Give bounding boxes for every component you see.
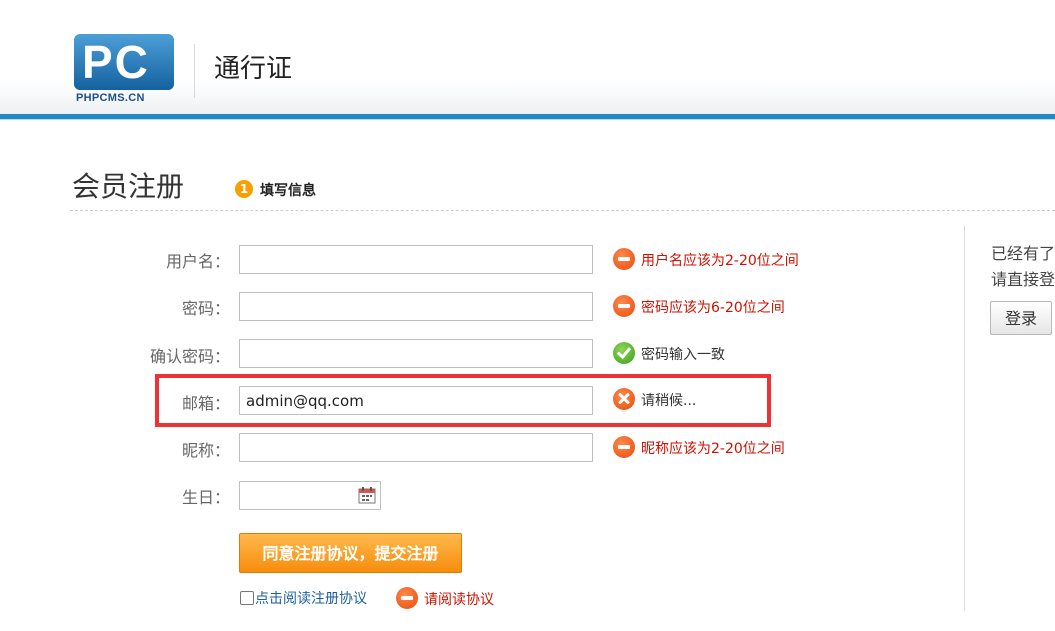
confirm-password-message-text: 密码输入一致 xyxy=(641,347,725,363)
email-label: 邮箱： xyxy=(181,394,230,413)
nickname-message-text: 昵称应该为2-20位之间 xyxy=(641,441,785,457)
minus-circle-icon xyxy=(613,295,635,317)
username-message-text: 用户名应该为2-20位之间 xyxy=(641,253,799,269)
read-agreement-link[interactable]: 点击阅读注册协议 xyxy=(255,588,367,608)
nickname-input[interactable] xyxy=(239,433,593,462)
sidebar-text-line2: 请直接登 xyxy=(991,270,1055,289)
confirm-password-label: 确认密码： xyxy=(149,347,230,366)
email-message-text: 请稍候... xyxy=(641,393,697,409)
birthday-label: 生日： xyxy=(181,488,230,507)
password-label: 密码： xyxy=(181,299,230,318)
logo-text: PHPCMS.CN xyxy=(76,92,145,104)
title-divider xyxy=(70,210,1055,211)
logo-letters: PC xyxy=(82,36,150,88)
birthday-input[interactable] xyxy=(239,481,381,510)
logo-badge: PC xyxy=(74,34,174,90)
minus-circle-icon xyxy=(613,248,635,270)
login-button[interactable]: 登录 xyxy=(990,301,1052,335)
phpcms-logo[interactable]: PC PHPCMS.CN xyxy=(74,34,174,106)
page-title: 会员注册 xyxy=(72,170,185,203)
password-message-text: 密码应该为6-20位之间 xyxy=(641,300,785,316)
calendar-icon[interactable] xyxy=(358,486,376,504)
username-input[interactable] xyxy=(239,245,593,274)
agree-checkbox[interactable] xyxy=(240,591,254,605)
username-label: 用户名： xyxy=(165,252,230,271)
x-circle-icon xyxy=(613,388,635,410)
nickname-label: 昵称： xyxy=(181,441,230,460)
agreement-message-text: 请阅读协议 xyxy=(424,592,494,608)
header-divider xyxy=(194,44,195,98)
header-accent-shadow xyxy=(0,119,1055,120)
sidebar-text-line1: 已经有了 xyxy=(991,244,1055,263)
confirm-password-input[interactable] xyxy=(239,339,593,368)
check-circle-icon xyxy=(613,342,635,364)
submit-registration-button[interactable]: 同意注册协议，提交注册 xyxy=(239,533,462,573)
sidebar-divider xyxy=(964,226,965,611)
step-number-badge: 1 xyxy=(235,180,253,198)
password-input[interactable] xyxy=(239,292,593,321)
step-label: 填写信息 xyxy=(260,183,316,199)
site-title: 通行证 xyxy=(214,54,293,84)
minus-circle-icon xyxy=(613,436,635,458)
minus-circle-icon xyxy=(396,587,418,609)
email-input[interactable] xyxy=(239,386,593,415)
